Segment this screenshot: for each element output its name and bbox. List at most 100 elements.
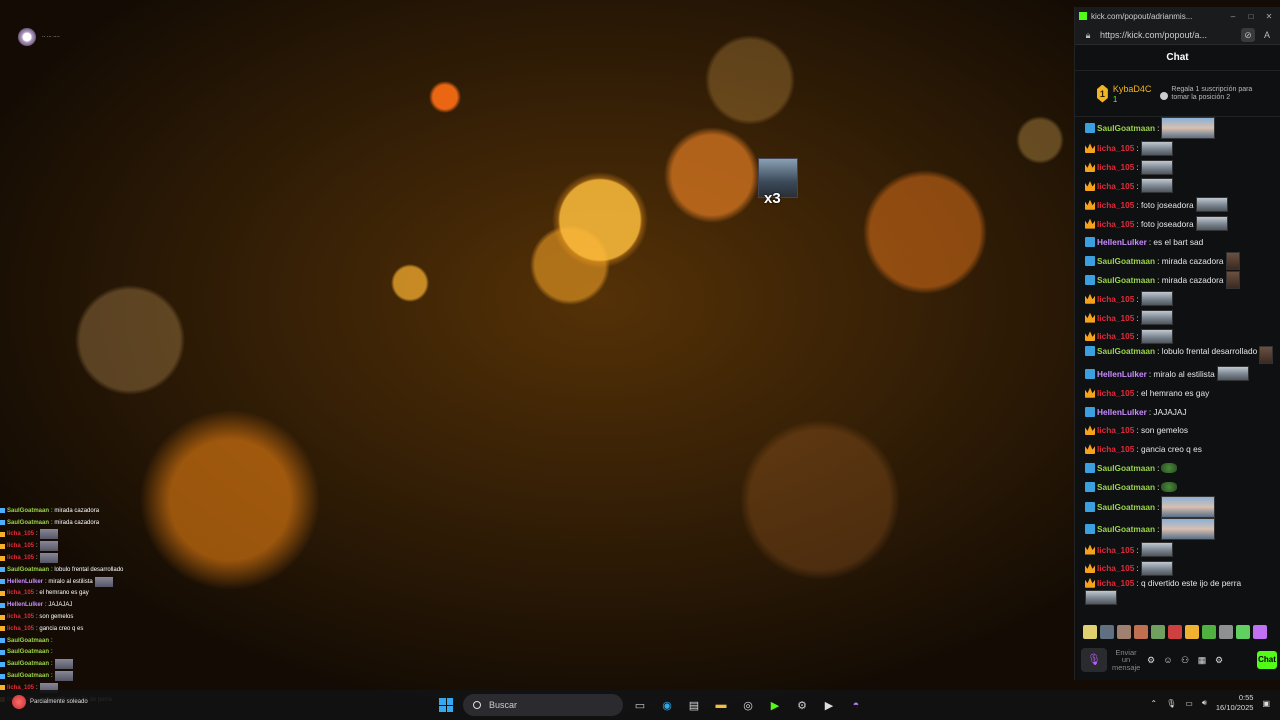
chat-username[interactable]: licha_105 <box>1097 563 1134 573</box>
chat-emote-image[interactable] <box>1195 197 1228 213</box>
chat-username[interactable]: SaulGoatmaan <box>1097 502 1155 512</box>
chat-message[interactable]: licha_105: <box>1085 308 1275 327</box>
chat-username[interactable]: SaulGoatmaan <box>1097 256 1155 266</box>
edge-icon[interactable]: ◉ <box>657 695 677 715</box>
gifter-note[interactable]: Regala 1 suscripción para tomar la posic… <box>1160 86 1264 102</box>
media-player-icon[interactable]: ▶ <box>819 695 839 715</box>
chat-message[interactable]: SaulGoatmaan: mirada cazadora <box>1085 270 1275 290</box>
gift-button-icon[interactable]: ▦ <box>1196 655 1208 666</box>
obs-icon[interactable]: ⚙ <box>792 695 812 715</box>
minimize-button[interactable]: – <box>1226 12 1240 21</box>
chat-emote-image[interactable] <box>1216 366 1249 382</box>
chat-message[interactable]: licha_105: gancia creo q es <box>1085 440 1275 459</box>
emote-pick-icon[interactable] <box>1134 625 1148 639</box>
discord-icon[interactable]: ◓ <box>846 695 866 715</box>
chat-message[interactable]: licha_105: q divertido este ijo de perra <box>1085 577 1275 605</box>
chat-emote-image[interactable] <box>1161 462 1178 473</box>
chat-username[interactable]: SaulGoatmaan <box>1097 123 1155 133</box>
chat-message[interactable]: licha_105: foto joseadora <box>1085 195 1275 214</box>
chat-message[interactable]: SaulGoatmaan: lobulo frental desarrollad… <box>1085 345 1275 365</box>
chat-message[interactable]: HellenLulker: es el bart sad <box>1085 233 1275 252</box>
store-icon[interactable]: ▤ <box>684 695 704 715</box>
send-chat-button[interactable]: Chat <box>1257 651 1277 669</box>
emoji-icon[interactable]: ☺︎ <box>1162 655 1174 665</box>
start-button[interactable] <box>436 695 456 715</box>
chat-message[interactable]: SaulGoatmaan: <box>1085 518 1275 541</box>
users-icon[interactable]: ⚇ <box>1179 655 1191 666</box>
chat-emote-image[interactable] <box>1085 589 1117 605</box>
chat-message[interactable]: licha_105: <box>1085 327 1275 346</box>
weather-widget[interactable]: Parcialmente soleado <box>12 695 88 709</box>
chat-message[interactable]: licha_105: <box>1085 540 1275 559</box>
chat-username[interactable]: licha_105 <box>1097 162 1134 172</box>
chat-emote-image[interactable] <box>1140 140 1173 156</box>
chat-emote-image[interactable] <box>1161 481 1178 492</box>
emote-pick-icon[interactable] <box>1151 625 1165 639</box>
settings-icon[interactable]: ⚙ <box>1213 655 1225 666</box>
chat-emote-image[interactable] <box>1161 117 1216 139</box>
notification-icon[interactable]: ▣ <box>1262 699 1270 708</box>
chat-message[interactable]: licha_105: el hemrano es gay <box>1085 383 1275 402</box>
chat-username[interactable]: licha_105 <box>1097 331 1134 341</box>
chat-username[interactable]: licha_105 <box>1097 578 1134 588</box>
chat-username[interactable]: licha_105 <box>1097 388 1134 398</box>
taskbar-search[interactable]: Buscar <box>463 694 623 716</box>
bot-icon[interactable]: ⚙︎ <box>1145 655 1157 666</box>
chat-emote-image[interactable] <box>1259 345 1274 364</box>
read-aloud-icon[interactable]: A <box>1260 28 1274 42</box>
chat-message[interactable]: licha_105: <box>1085 158 1275 177</box>
chrome-icon[interactable]: ◎ <box>738 695 758 715</box>
chat-message[interactable]: licha_105: son gemelos <box>1085 421 1275 440</box>
chat-username[interactable]: licha_105 <box>1097 425 1134 435</box>
chat-username[interactable]: SaulGoatmaan <box>1097 275 1155 285</box>
chat-emote-image[interactable] <box>1140 542 1173 558</box>
chat-message[interactable]: SaulGoatmaan: <box>1085 496 1275 519</box>
emote-pick-icon[interactable] <box>1083 625 1097 639</box>
lock-icon[interactable]: 🔒︎ <box>1081 28 1095 42</box>
chat-username[interactable]: SaulGoatmaan <box>1097 524 1155 534</box>
chat-emote-image[interactable] <box>1195 216 1228 232</box>
chat-username[interactable]: licha_105 <box>1097 219 1134 229</box>
chat-username[interactable]: HellenLulker <box>1097 237 1147 247</box>
chat-username[interactable]: licha_105 <box>1097 444 1134 454</box>
chat-emote-image[interactable] <box>1140 178 1173 194</box>
chat-message[interactable]: SaulGoatmaan: <box>1085 117 1275 139</box>
file-explorer-icon[interactable]: ▬ <box>711 695 731 715</box>
chat-username[interactable]: licha_105 <box>1097 294 1134 304</box>
chat-message[interactable]: HellenLulker: JAJAJAJ <box>1085 402 1275 421</box>
url-field[interactable]: https://kick.com/popout/a... <box>1100 30 1236 40</box>
network-icon[interactable]: ▭ <box>1185 699 1193 708</box>
chat-message[interactable]: HellenLulker: miralo al estilista <box>1085 365 1275 384</box>
emote-pick-icon[interactable] <box>1168 625 1182 639</box>
chat-username[interactable]: HellenLulker <box>1097 407 1147 417</box>
chat-message[interactable]: licha_105: <box>1085 139 1275 158</box>
emote-pick-icon[interactable] <box>1117 625 1131 639</box>
emote-pick-icon[interactable] <box>1236 625 1250 639</box>
chat-username[interactable]: SaulGoatmaan <box>1097 463 1155 473</box>
volume-icon[interactable]: 🔊︎ <box>1202 698 1207 708</box>
task-view-icon[interactable]: ▭ <box>630 695 650 715</box>
emote-pick-icon[interactable] <box>1202 625 1216 639</box>
chat-username[interactable]: licha_105 <box>1097 181 1134 191</box>
close-button[interactable]: ✕ <box>1262 12 1276 21</box>
eye-off-icon[interactable]: ⊘ <box>1241 27 1255 42</box>
chat-message[interactable]: SaulGoatmaan: <box>1085 459 1275 478</box>
chat-message[interactable]: licha_105: foto joseadora <box>1085 214 1275 233</box>
emote-pick-icon[interactable] <box>1185 625 1199 639</box>
chat-emote-image[interactable] <box>1225 252 1240 271</box>
clock[interactable]: 0:55 16/10/2025 <box>1216 693 1254 713</box>
chat-message[interactable]: licha_105: <box>1085 559 1275 578</box>
chat-emote-image[interactable] <box>1140 310 1173 326</box>
mic-button[interactable]: 🎙︎ <box>1081 648 1107 672</box>
chat-emote-image[interactable] <box>1225 270 1240 289</box>
chat-emote-image[interactable] <box>1140 159 1173 175</box>
emote-pick-icon[interactable] <box>1253 625 1267 639</box>
chat-emote-image[interactable] <box>1161 496 1216 519</box>
mic-tray-icon[interactable]: 🎙︎ <box>1166 699 1176 708</box>
message-input[interactable]: Enviar un mensaje <box>1112 649 1140 672</box>
chat-message[interactable]: licha_105: <box>1085 289 1275 308</box>
gifter-name[interactable]: KybaD4C <box>1113 84 1152 95</box>
chat-message[interactable]: SaulGoatmaan: mirada cazadora <box>1085 252 1275 271</box>
chat-emote-image[interactable] <box>1140 560 1173 576</box>
kick-app-icon[interactable]: ▶ <box>765 695 785 715</box>
